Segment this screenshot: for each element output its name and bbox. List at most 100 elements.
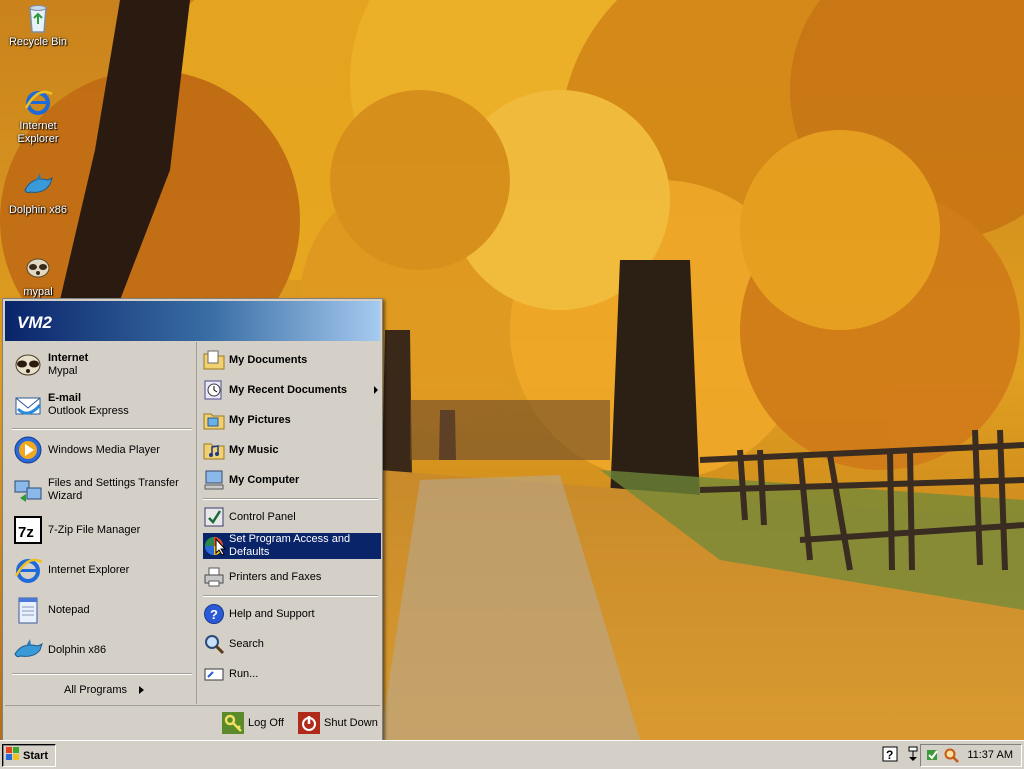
place-item-label: My Documents	[229, 353, 308, 366]
svg-text:?: ?	[210, 607, 218, 622]
network-tray-icon[interactable]	[906, 746, 920, 762]
taskbar: Start ? 11:37 AM	[0, 740, 1024, 769]
pinned-item-internet[interactable]: Internet Mypal	[12, 348, 192, 382]
mypal-icon	[12, 349, 44, 381]
notepad-icon	[12, 594, 44, 626]
arrow-right-icon	[138, 686, 144, 694]
windows-logo-icon	[6, 747, 20, 764]
place-item-label: My Music	[229, 443, 279, 456]
recent-item-label: Internet Explorer	[48, 563, 130, 576]
system-tray: 11:37 AM	[920, 744, 1022, 767]
settings-item-label: Printers and Faxes	[229, 570, 322, 583]
my-documents-icon	[203, 349, 225, 371]
svg-text:?: ?	[886, 748, 893, 762]
help-item-label: Run...	[229, 667, 259, 680]
pinned-item-subtitle: Mypal	[48, 365, 78, 377]
start-menu-footer: Log Off Shut Down	[5, 705, 380, 741]
place-item-my-computer[interactable]: My Computer	[203, 466, 378, 494]
my-pictures-icon	[203, 409, 225, 431]
my-computer-icon	[203, 469, 225, 491]
recent-item-label: Files and Settings Transfer Wizard	[48, 477, 179, 502]
my-music-icon	[203, 439, 225, 461]
help-item-label: Help and Support	[229, 607, 315, 620]
dolphin-icon	[22, 170, 54, 202]
search-icon	[203, 633, 225, 655]
search-tray-icon[interactable]	[943, 747, 959, 766]
settings-item-printers[interactable]: Printers and Faxes	[203, 563, 378, 591]
settings-item-control-panel[interactable]: Control Panel	[203, 503, 378, 531]
start-menu: VM2 Internet Mypal E-mail Outlook Expres…	[2, 298, 383, 743]
start-label: Start	[23, 749, 49, 762]
recent-item-internet-explorer[interactable]: Internet Explorer	[12, 553, 192, 587]
start-menu-header: VM2	[5, 301, 380, 341]
mouse-cursor-icon	[215, 537, 227, 559]
control-panel-icon	[203, 506, 225, 528]
pinned-item-subtitle: Outlook Express	[48, 405, 129, 417]
place-item-my-pictures[interactable]: My Pictures	[203, 406, 378, 434]
internet-explorer-icon	[12, 554, 44, 586]
place-item-my-documents[interactable]: My Documents	[203, 346, 378, 374]
all-programs-button[interactable]: All Programs	[12, 679, 192, 701]
internet-explorer-icon	[22, 86, 54, 118]
security-tray-icon[interactable]	[925, 747, 941, 766]
help-icon: ?	[203, 603, 225, 625]
recent-item-dolphin[interactable]: Dolphin x86	[12, 633, 192, 667]
place-item-my-music[interactable]: My Music	[203, 436, 378, 464]
help-item-run[interactable]: Run...	[203, 660, 378, 688]
dolphin-icon	[12, 634, 44, 666]
recent-item-label: 7-Zip File Manager	[48, 523, 141, 536]
place-item-label: My Computer	[229, 473, 300, 486]
help-item-label: Search	[229, 637, 264, 650]
separator	[12, 428, 192, 430]
help-item-help-and-support[interactable]: ? Help and Support	[203, 600, 378, 628]
settings-item-program-access[interactable]: Set Program Access and Defaults	[203, 533, 381, 559]
help-item-search[interactable]: Search	[203, 630, 378, 658]
separator	[203, 595, 378, 597]
mypal-icon	[22, 252, 54, 284]
desktop-icon-mypal[interactable]: mypal	[0, 252, 76, 299]
settings-item-label: Control Panel	[229, 510, 296, 523]
desktop-icon-dolphin[interactable]: Dolphin x86	[0, 170, 76, 217]
recent-documents-icon	[203, 379, 225, 401]
svg-text:7z: 7z	[18, 524, 34, 541]
outlook-express-icon	[12, 389, 44, 421]
place-item-label: My Pictures	[229, 413, 291, 426]
desktop-icon-recycle-bin[interactable]: Recycle Bin	[0, 2, 76, 49]
all-programs-label: All Programs	[64, 683, 127, 696]
start-menu-programs-column: Internet Mypal E-mail Outlook Express Wi…	[6, 342, 197, 704]
arrow-right-icon	[374, 386, 378, 394]
recent-item-notepad[interactable]: Notepad	[12, 593, 192, 627]
recent-item-7zip[interactable]: 7z 7-Zip File Manager	[12, 513, 192, 547]
recent-item-label: Dolphin x86	[48, 643, 107, 656]
desktop-icon-label: Dolphin x86	[8, 204, 68, 216]
recent-item-label: Windows Media Player	[48, 443, 160, 456]
shut-down-label: Shut Down	[324, 716, 378, 729]
recent-item-media-player[interactable]: Windows Media Player	[12, 433, 192, 467]
pinned-item-email[interactable]: E-mail Outlook Express	[12, 388, 192, 422]
pinned-item-title: E-mail	[48, 392, 82, 404]
log-off-label: Log Off	[248, 716, 284, 729]
transfer-wizard-icon	[12, 474, 44, 506]
place-item-label: My Recent Documents	[229, 383, 347, 396]
desktop-icon-label: Recycle Bin	[8, 36, 68, 48]
start-menu-places-column: My Documents My Recent Documents My Pict…	[198, 342, 381, 704]
power-icon	[298, 712, 320, 734]
recent-item-transfer-wizard[interactable]: Files and Settings Transfer Wizard	[12, 473, 192, 507]
place-item-recent-documents[interactable]: My Recent Documents	[203, 376, 378, 404]
pinned-item-title: Internet	[48, 352, 89, 364]
key-icon	[222, 712, 244, 734]
recent-item-label: Notepad	[48, 603, 90, 616]
separator	[203, 498, 378, 500]
shut-down-button[interactable]: Shut Down	[298, 711, 380, 735]
start-button[interactable]: Start	[2, 744, 56, 767]
desktop-icon-label: Internet Explorer	[17, 120, 59, 145]
settings-item-label: Set Program Access and Defaults	[229, 533, 351, 558]
clock[interactable]: 11:37 AM	[967, 749, 1013, 761]
log-off-button[interactable]: Log Off	[222, 711, 290, 735]
media-player-icon	[12, 434, 44, 466]
printer-icon	[203, 566, 225, 588]
recycle-bin-icon	[22, 2, 54, 34]
7zip-icon: 7z	[12, 514, 44, 546]
desktop-icon-internet-explorer[interactable]: Internet Explorer	[0, 86, 76, 146]
help-tray-icon[interactable]: ?	[882, 746, 898, 762]
